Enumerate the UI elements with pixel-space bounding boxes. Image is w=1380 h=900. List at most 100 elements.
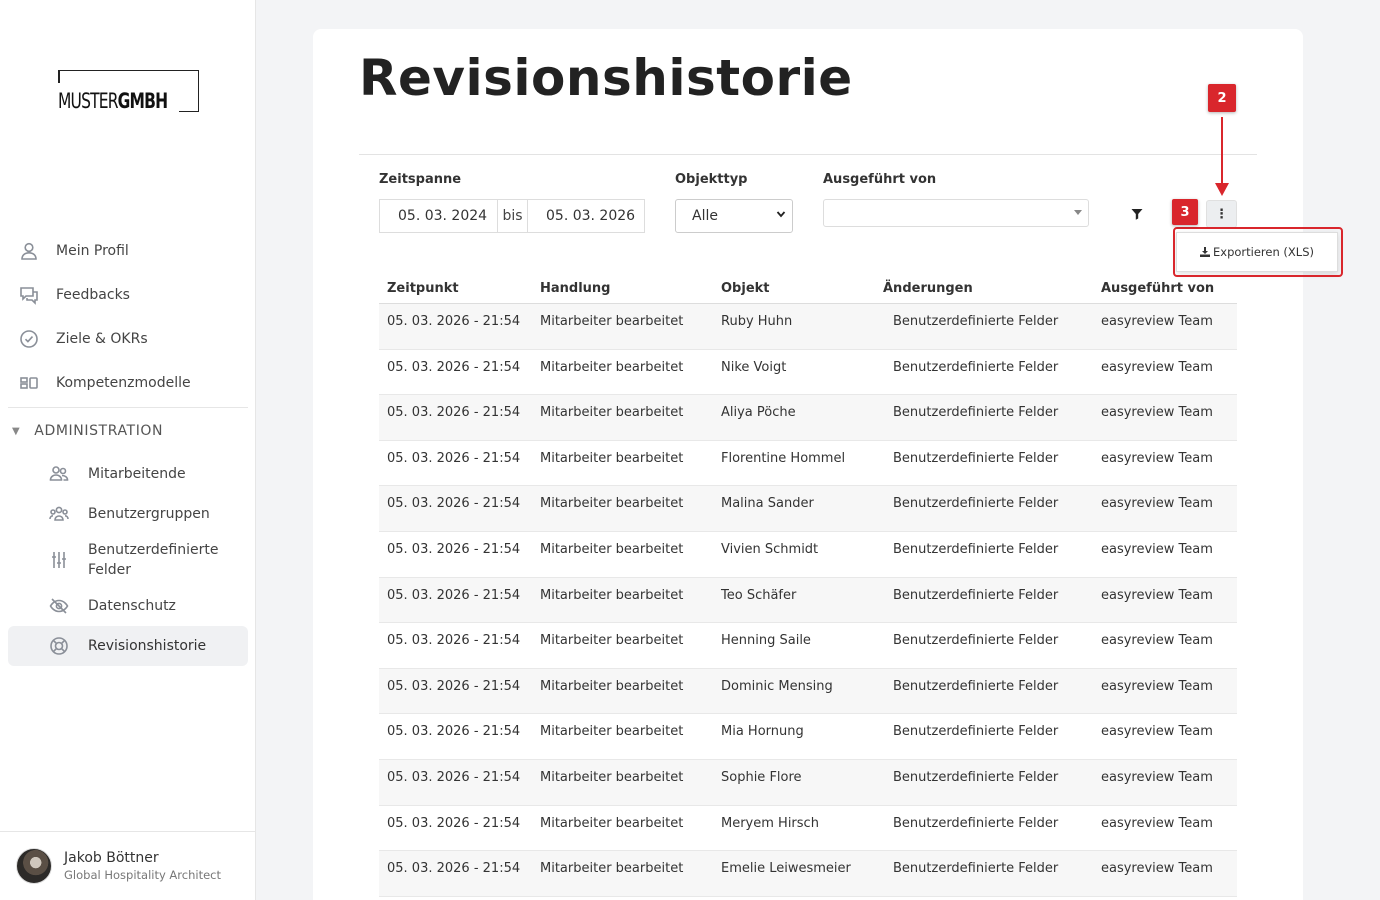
lifebuoy-icon — [48, 635, 70, 657]
cell-changes: Benutzerdefinierte Felder — [893, 359, 1059, 375]
cell-timestamp: 05. 03. 2026 - 21:54 — [387, 724, 521, 740]
cell-changes: Benutzerdefinierte Felder — [893, 815, 1059, 831]
nav-item-benutzergruppen[interactable]: Benutzergruppen — [8, 494, 248, 534]
nav-item-kompetenzmodelle[interactable]: Kompetenzmodelle — [8, 361, 248, 405]
cell-changes: Benutzerdefinierte Felder — [893, 314, 1059, 329]
user-name: Jakob Böttner — [64, 850, 159, 866]
nav-item-revisionshistorie[interactable]: Revisionshistorie — [8, 626, 248, 666]
column-header[interactable]: Objekt — [713, 281, 875, 296]
admin-section-toggle[interactable]: ▼ ADMINISTRATION — [8, 408, 248, 454]
cell-executed-by: easyreview Team — [1101, 587, 1213, 603]
user-info: Jakob Böttner Global Hospitality Archite… — [64, 850, 221, 882]
cell-changes: Benutzerdefinierte Felder — [893, 450, 1059, 466]
nav-item-ziele-okrs[interactable]: Ziele & OKRs — [8, 317, 248, 361]
cell-timestamp: 05. 03. 2026 - 21:54 — [387, 587, 521, 603]
objecttype-select[interactable]: Alle — [675, 199, 793, 233]
table-row[interactable]: 05. 03. 2026 - 21:54 Mitarbeiter bearbeit… — [379, 350, 1237, 396]
nav-item-label: Ziele & OKRs — [56, 331, 148, 347]
cell-action: Mitarbeiter bearbeitet — [540, 587, 684, 603]
user-icon — [18, 240, 40, 262]
objecttype-value: Alle — [692, 208, 718, 224]
table-row[interactable]: 05. 03. 2026 - 21:54 Mitarbeiter bearbeit… — [379, 441, 1237, 487]
table-row[interactable]: 05. 03. 2026 - 21:54 Mitarbeiter bearbeit… — [379, 806, 1237, 852]
annotation-badge-3: 3 — [1172, 199, 1198, 225]
nav-item-label: Datenschutz — [88, 598, 176, 614]
cell-executed-by: easyreview Team — [1101, 496, 1213, 512]
cell-executed-by: easyreview Team — [1101, 861, 1213, 877]
date-from-input[interactable]: 05. 03. 2024 — [380, 200, 498, 232]
table-row[interactable]: 05. 03. 2026 - 21:54 Mitarbeiter bearbeit… — [379, 714, 1237, 760]
column-header[interactable]: Änderungen — [875, 281, 1093, 296]
cell-executed-by: easyreview Team — [1101, 678, 1213, 694]
column-header[interactable]: Zeitpunkt — [379, 281, 532, 296]
main-card: Revisionshistorie Zeitspanne 05. 03. 202… — [313, 29, 1343, 900]
cell-action: Mitarbeiter bearbeitet — [540, 724, 684, 740]
cell-action: Mitarbeiter bearbeitet — [540, 678, 684, 694]
cell-executed-by: easyreview Team — [1101, 450, 1213, 466]
cell-object: Mia Hornung — [721, 724, 804, 740]
table-row[interactable]: 05. 03. 2026 - 21:54 Mitarbeiter bearbeit… — [379, 623, 1237, 669]
cell-object: Nike Voigt — [721, 359, 787, 375]
filter-icon[interactable] — [1130, 207, 1144, 221]
nav-item-mitarbeitende[interactable]: Mitarbeitende — [8, 454, 248, 494]
page-title: Revisionshistorie — [359, 49, 853, 107]
table-row[interactable]: 05. 03. 2026 - 21:54 Mitarbeiter bearbeit… — [379, 668, 1237, 715]
cell-action: Mitarbeiter bearbeitet — [540, 769, 684, 785]
cell-executed-by: easyreview Team — [1101, 769, 1213, 785]
cell-object: Henning Saile — [721, 633, 811, 649]
export-xls-menu-item[interactable]: Exportieren (XLS) — [1176, 232, 1338, 272]
admin-heading: ADMINISTRATION — [34, 423, 164, 439]
nav-item-label: Benutzergruppen — [88, 506, 210, 522]
cell-action: Mitarbeiter bearbeitet — [540, 359, 684, 375]
annotation-arrow-head — [1215, 183, 1229, 196]
nav-item-datenschutz[interactable]: Datenschutz — [8, 586, 248, 626]
cell-executed-by: easyreview Team — [1101, 633, 1213, 649]
user-groups-icon — [48, 503, 70, 525]
table-row[interactable]: 05. 03. 2026 - 21:54 Mitarbeiter bearbeit… — [379, 851, 1237, 897]
cell-executed-by: easyreview Team — [1101, 359, 1213, 375]
eye-off-icon — [48, 595, 70, 617]
user-role: Global Hospitality Architect — [64, 868, 221, 882]
column-header[interactable]: Ausgeführt von — [1093, 281, 1237, 296]
annotation-arrow — [1221, 117, 1223, 187]
user-profile[interactable]: Jakob Böttner Global Hospitality Archite… — [0, 831, 255, 900]
cell-action: Mitarbeiter bearbeitet — [540, 405, 684, 421]
column-header[interactable]: Handlung — [532, 281, 713, 296]
cell-object: Emelie Leiwesmeier — [721, 861, 851, 877]
cell-executed-by: easyreview Team — [1101, 724, 1213, 740]
nav-item-label: Mitarbeitende — [88, 466, 186, 482]
dropdown-arrow-icon — [1074, 210, 1082, 215]
cell-object: Meryem Hirsch — [721, 815, 819, 831]
cell-object: Aliya Pöche — [721, 405, 796, 421]
cell-timestamp: 05. 03. 2026 - 21:54 — [387, 450, 521, 466]
nav-item-label: Feedbacks — [56, 287, 130, 303]
check-circle-icon — [18, 328, 40, 350]
cell-object: Teo Schäfer — [721, 587, 797, 603]
nav-item-label: Revisionshistorie — [88, 638, 207, 654]
cell-action: Mitarbeiter bearbeitet — [540, 815, 684, 831]
cell-executed-by: easyreview Team — [1101, 405, 1213, 421]
date-to-input[interactable]: 05. 03. 2026 — [528, 200, 644, 232]
table-row[interactable]: 05. 03. 2026 - 21:54 Mitarbeiter bearbeit… — [379, 304, 1237, 350]
nav-item-mein-profil[interactable]: Mein Profil — [8, 229, 248, 273]
nav-item-feedbacks[interactable]: Feedbacks — [8, 273, 248, 317]
company-logo[interactable]: MUSTERGMBH — [58, 70, 200, 113]
table-row[interactable]: 05. 03. 2026 - 21:54 Mitarbeiter bearbeit… — [379, 486, 1237, 532]
table-row[interactable]: 05. 03. 2026 - 21:54 Mitarbeiter bearbeit… — [379, 532, 1237, 578]
cell-timestamp: 05. 03. 2026 - 21:54 — [387, 815, 521, 831]
table-row[interactable]: 05. 03. 2026 - 21:54 Mitarbeiter bearbeit… — [379, 577, 1237, 624]
cell-timestamp: 05. 03. 2026 - 21:54 — [387, 314, 521, 329]
cell-timestamp: 05. 03. 2026 - 21:54 — [387, 496, 521, 512]
cell-timestamp: 05. 03. 2026 - 21:54 — [387, 678, 521, 694]
cell-changes: Benutzerdefinierte Felder — [893, 405, 1059, 421]
nav-item-benutzerdefinierte-felder[interactable]: Benutzerdefinierte Felder — [8, 534, 248, 586]
more-options-button[interactable]: ⋮ — [1206, 200, 1237, 228]
executed-by-select[interactable] — [823, 199, 1089, 227]
objecttype-label: Objekttyp — [675, 172, 748, 187]
cell-timestamp: 05. 03. 2026 - 21:54 — [387, 541, 521, 557]
cell-action: Mitarbeiter bearbeitet — [540, 541, 684, 557]
table-row[interactable]: 05. 03. 2026 - 21:54 Mitarbeiter bearbeit… — [379, 759, 1237, 806]
cell-timestamp: 05. 03. 2026 - 21:54 — [387, 861, 521, 877]
table-row[interactable]: 05. 03. 2026 - 21:54 Mitarbeiter bearbeit… — [379, 395, 1237, 441]
cell-action: Mitarbeiter bearbeitet — [540, 633, 684, 649]
